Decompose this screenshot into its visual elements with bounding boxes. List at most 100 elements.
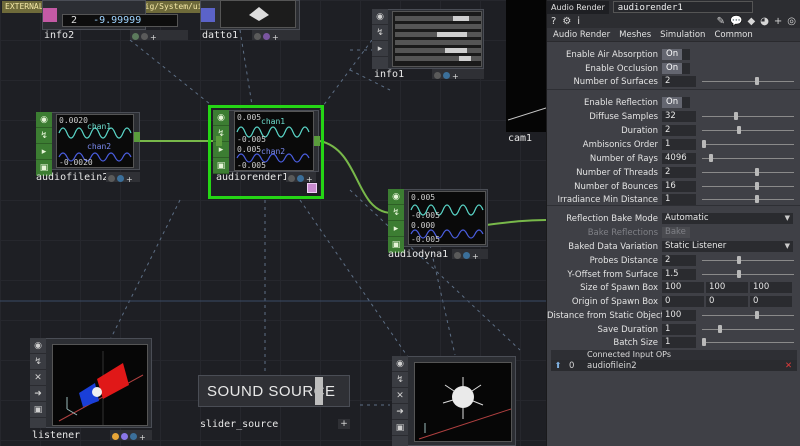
clone-icon[interactable]: ▣ (30, 402, 46, 418)
param-value-field[interactable]: 2 (662, 167, 696, 178)
param-value-field[interactable]: 2 (662, 76, 696, 87)
python-icon[interactable]: ⚙ (562, 16, 571, 27)
param-menu[interactable]: Automatic ▼ (662, 213, 793, 224)
param-slider-track[interactable] (702, 81, 794, 82)
param-value-field[interactable]: 0 (750, 296, 792, 307)
param-value-field[interactable]: 0 (706, 296, 748, 307)
remove-input-icon[interactable]: ✕ (785, 361, 797, 371)
node-flags[interactable]: + (252, 30, 300, 42)
param-slider-track[interactable] (702, 315, 794, 316)
lock-icon[interactable]: ▸ (372, 41, 388, 57)
param-slider-track[interactable] (702, 116, 794, 117)
viewer-icon[interactable]: ◉ (372, 9, 388, 25)
param-slider-handle[interactable] (755, 195, 760, 203)
node-source[interactable]: ◉ ↯ ✕ ➜ ▣ (392, 356, 516, 446)
param-slider-track[interactable] (702, 130, 794, 131)
node-audiodyna1[interactable]: ◉ ↯ ▸ ▣ 0.005 -0.005 0.000 -0.005 audiod… (388, 189, 494, 261)
param-value-field[interactable]: 1.5 (662, 269, 696, 280)
node-flags[interactable]: + (452, 249, 488, 261)
viewer-icon[interactable]: ◉ (388, 189, 404, 205)
sound-source-slider[interactable]: SOUND SOURCE (198, 375, 350, 407)
param-slider-handle[interactable] (718, 325, 723, 333)
param-value-field[interactable]: 1 (662, 337, 696, 348)
parameter-icon[interactable] (307, 183, 317, 193)
node-sidebar[interactable]: ◉ ↯ ▸ ▣ (388, 189, 404, 253)
input-connector[interactable] (216, 136, 222, 146)
edit-icon[interactable]: ✎ (717, 16, 725, 27)
param-value-field[interactable]: 100 (662, 310, 696, 321)
node-info1[interactable]: ◉ ↯ ▸ info1 + (372, 9, 484, 81)
param-slider-handle[interactable] (709, 154, 714, 162)
param-slider-handle[interactable] (736, 270, 741, 278)
param-slider-handle[interactable] (701, 140, 706, 148)
node-flags[interactable]: + (286, 172, 316, 184)
param-slider-track[interactable] (702, 172, 794, 173)
param-value-field[interactable]: 2 (662, 255, 696, 266)
node-flags[interactable]: + (110, 430, 152, 442)
param-slider-handle[interactable] (736, 256, 741, 264)
param-slider-handle[interactable] (755, 311, 760, 319)
tab-simulation[interactable]: Simulation (660, 30, 705, 40)
output-connector[interactable] (134, 132, 140, 142)
lock-icon[interactable]: ➜ (30, 386, 46, 402)
slider-handle[interactable] (315, 377, 323, 405)
node-cam1[interactable]: cam1 (506, 0, 546, 146)
color-icon[interactable]: ◕ (760, 16, 769, 27)
tab-common[interactable]: Common (714, 30, 752, 40)
param-slider-track[interactable] (702, 199, 794, 200)
bake-button[interactable]: Bake (662, 227, 690, 238)
node-sidebar[interactable]: ◉ ↯ ✕ ➜ ▣ (30, 338, 46, 428)
viewer-icon[interactable]: ◉ (392, 356, 408, 372)
viewer-icon[interactable]: ◉ (36, 112, 52, 128)
lock-icon[interactable]: ▸ (388, 221, 404, 237)
param-value-field[interactable]: 4096 (662, 153, 696, 164)
node-slider-source[interactable]: SOUND SOURCE slider_source + (198, 375, 354, 431)
param-slider-track[interactable] (702, 186, 794, 187)
bypass-icon[interactable]: ↯ (30, 354, 46, 370)
param-value-field[interactable]: 100 (662, 282, 704, 293)
clone-icon[interactable]: ▣ (392, 420, 408, 436)
bypass-icon[interactable]: ↯ (372, 25, 388, 41)
node-info2[interactable]: 2 -9.99999 info2 + (42, 0, 188, 42)
param-value-field[interactable]: 1 (662, 194, 696, 205)
param-slider-handle[interactable] (734, 112, 739, 120)
close-icon[interactable]: ✕ (30, 370, 46, 386)
param-slider-track[interactable] (702, 158, 794, 159)
param-slider-track[interactable] (702, 274, 794, 275)
bypass-icon[interactable]: ↯ (36, 128, 52, 144)
tag-icon[interactable]: ◆ (747, 16, 755, 27)
viewer-icon[interactable]: ◉ (30, 338, 46, 354)
param-slider-handle[interactable] (755, 182, 760, 190)
comment-icon[interactable]: 💬 (730, 16, 742, 27)
param-toggle[interactable]: On (662, 63, 690, 74)
node-sidebar[interactable]: ◉ ↯ ▸ ▣ (36, 112, 52, 176)
node-flags[interactable]: + (106, 172, 140, 184)
op-name-field[interactable]: audiorender1 (612, 1, 753, 13)
output-connector[interactable] (314, 136, 320, 146)
param-value-field[interactable]: 100 (750, 282, 792, 293)
tab-meshes[interactable]: Meshes (619, 30, 651, 40)
param-slider-track[interactable] (702, 144, 794, 145)
param-slider-handle[interactable] (736, 126, 741, 134)
param-value-field[interactable]: 1 (662, 324, 696, 335)
param-value-field[interactable]: 32 (662, 111, 696, 122)
input-row[interactable]: ⬆ 0 audiofilein2 ✕ (551, 360, 797, 371)
node-sidebar[interactable]: ◉ ↯ ✕ ➜ ▣ (392, 356, 408, 446)
bypass-icon[interactable]: ↯ (388, 205, 404, 221)
help-icon[interactable]: ? (551, 16, 556, 27)
close-icon[interactable]: ✕ (392, 388, 408, 404)
add-icon[interactable]: + (338, 419, 350, 429)
param-value-field[interactable]: 100 (706, 282, 748, 293)
node-datto1[interactable]: datto1 + (200, 0, 300, 42)
param-toggle[interactable]: On (662, 49, 690, 60)
network-editor[interactable]: EXTERNAL TOX:... 5.31760/Config/System/u… (0, 0, 546, 446)
param-slider-handle[interactable] (755, 168, 760, 176)
target-icon[interactable]: ◎ (787, 16, 796, 27)
param-toggle[interactable]: On (662, 97, 690, 108)
tab-audio-render[interactable]: Audio Render (553, 30, 610, 40)
param-slider-handle[interactable] (755, 77, 760, 85)
add-icon[interactable]: + (774, 16, 782, 27)
param-slider-track[interactable] (702, 342, 794, 343)
param-slider-handle[interactable] (701, 338, 706, 346)
input-arrow-icon[interactable]: ⬆ (551, 361, 565, 371)
